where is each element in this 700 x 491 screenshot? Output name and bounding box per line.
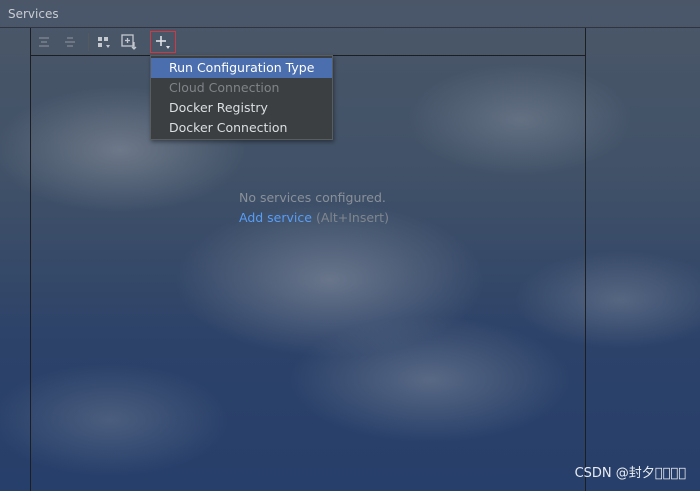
- panel-right-border: [585, 28, 586, 491]
- panel-left-border: [30, 28, 31, 491]
- menu-item-cloud-connection[interactable]: Cloud Connection: [151, 78, 332, 98]
- menu-item-run-configuration-type[interactable]: Run Configuration Type: [151, 58, 332, 78]
- add-service-menu: Run Configuration Type Cloud Connection …: [150, 55, 333, 140]
- collapse-all-icon[interactable]: [60, 32, 80, 52]
- menu-item-docker-registry[interactable]: Docker Registry: [151, 98, 332, 118]
- expand-all-icon[interactable]: [34, 32, 54, 52]
- background-overlay: [0, 0, 700, 491]
- empty-state-message: No services configured.: [239, 190, 386, 205]
- group-by-icon[interactable]: [94, 32, 114, 52]
- add-service-link[interactable]: Add service: [239, 210, 312, 225]
- panel-title: Services: [8, 7, 59, 21]
- watermark: CSDN @封夕    : [574, 466, 686, 481]
- panel-divider: [0, 27, 700, 28]
- add-service-shortcut: (Alt+Insert): [315, 210, 389, 225]
- empty-state: No services configured. Add service (Alt…: [239, 188, 439, 228]
- add-icon[interactable]: [150, 31, 176, 53]
- toolbar-separator: [88, 33, 89, 51]
- new-service-icon[interactable]: [119, 32, 139, 52]
- menu-item-docker-connection[interactable]: Docker Connection: [151, 118, 332, 138]
